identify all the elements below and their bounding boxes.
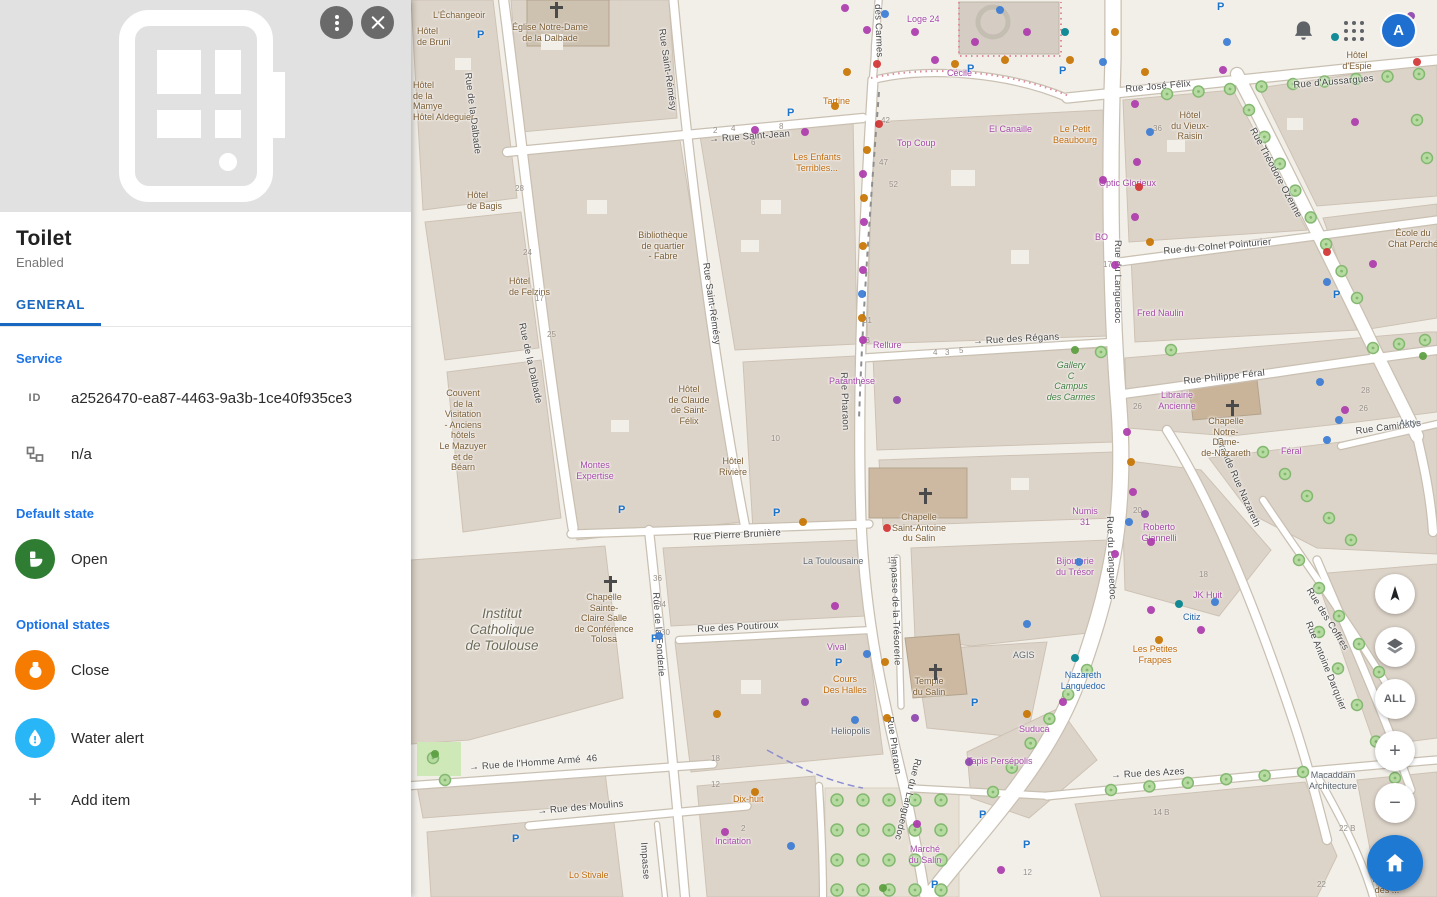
close-button[interactable] bbox=[361, 6, 394, 39]
panel-header bbox=[0, 0, 411, 212]
vertical-dots-icon bbox=[335, 21, 339, 25]
open-state-icon bbox=[15, 539, 55, 579]
home-button[interactable] bbox=[1367, 835, 1423, 891]
apps-grid-icon[interactable] bbox=[1344, 21, 1364, 41]
avatar[interactable]: A bbox=[1382, 14, 1415, 47]
water-alert-icon bbox=[15, 718, 55, 758]
panel-status: Enabled bbox=[16, 255, 395, 270]
tabbar: GENERAL bbox=[0, 284, 411, 327]
section-default-state: Default state bbox=[0, 482, 411, 525]
map[interactable]: Rue Saint-RémésyRue Saint-Rémésy→ Rue Sa… bbox=[411, 0, 1437, 897]
panel-title: Toilet bbox=[16, 227, 395, 251]
detail-panel: Toilet Enabled GENERAL Service ID a25264… bbox=[0, 0, 411, 897]
close-icon bbox=[370, 15, 385, 30]
more-options-button[interactable] bbox=[320, 6, 353, 39]
map-canvas bbox=[411, 0, 1437, 897]
service-group-value: n/a bbox=[71, 446, 92, 463]
toilet-service-icon bbox=[111, 10, 301, 202]
service-id-row: ID a2526470-ea87-4463-9a3b-1ce40f935ce3 bbox=[0, 370, 411, 426]
tab-general[interactable]: GENERAL bbox=[0, 284, 101, 326]
compass-button[interactable] bbox=[1375, 574, 1415, 614]
section-optional-states: Optional states bbox=[0, 593, 411, 636]
zoom-out-button[interactable]: − bbox=[1375, 783, 1415, 823]
plus-icon: + bbox=[15, 786, 55, 814]
add-item-label: Add item bbox=[71, 792, 130, 809]
state-close-row[interactable]: Close bbox=[0, 636, 411, 704]
layers-button[interactable] bbox=[1375, 627, 1415, 667]
tree-icon bbox=[15, 440, 55, 468]
section-service: Service bbox=[0, 327, 411, 370]
id-icon: ID bbox=[15, 384, 55, 412]
all-filter-button[interactable]: ALL bbox=[1375, 679, 1415, 719]
notifications-bell-icon[interactable] bbox=[1292, 19, 1315, 48]
service-group-row: n/a bbox=[0, 426, 411, 482]
state-water-alert-row[interactable]: Water alert bbox=[0, 704, 411, 772]
state-open-row[interactable]: Open bbox=[0, 525, 411, 593]
water-alert-label: Water alert bbox=[71, 730, 144, 747]
close-state-label: Close bbox=[71, 662, 109, 679]
open-state-label: Open bbox=[71, 551, 108, 568]
close-state-icon bbox=[15, 650, 55, 690]
service-id-value: a2526470-ea87-4463-9a3b-1ce40f935ce3 bbox=[71, 390, 352, 407]
add-item-row[interactable]: + Add item bbox=[0, 772, 411, 828]
zoom-in-button[interactable]: + bbox=[1375, 731, 1415, 771]
